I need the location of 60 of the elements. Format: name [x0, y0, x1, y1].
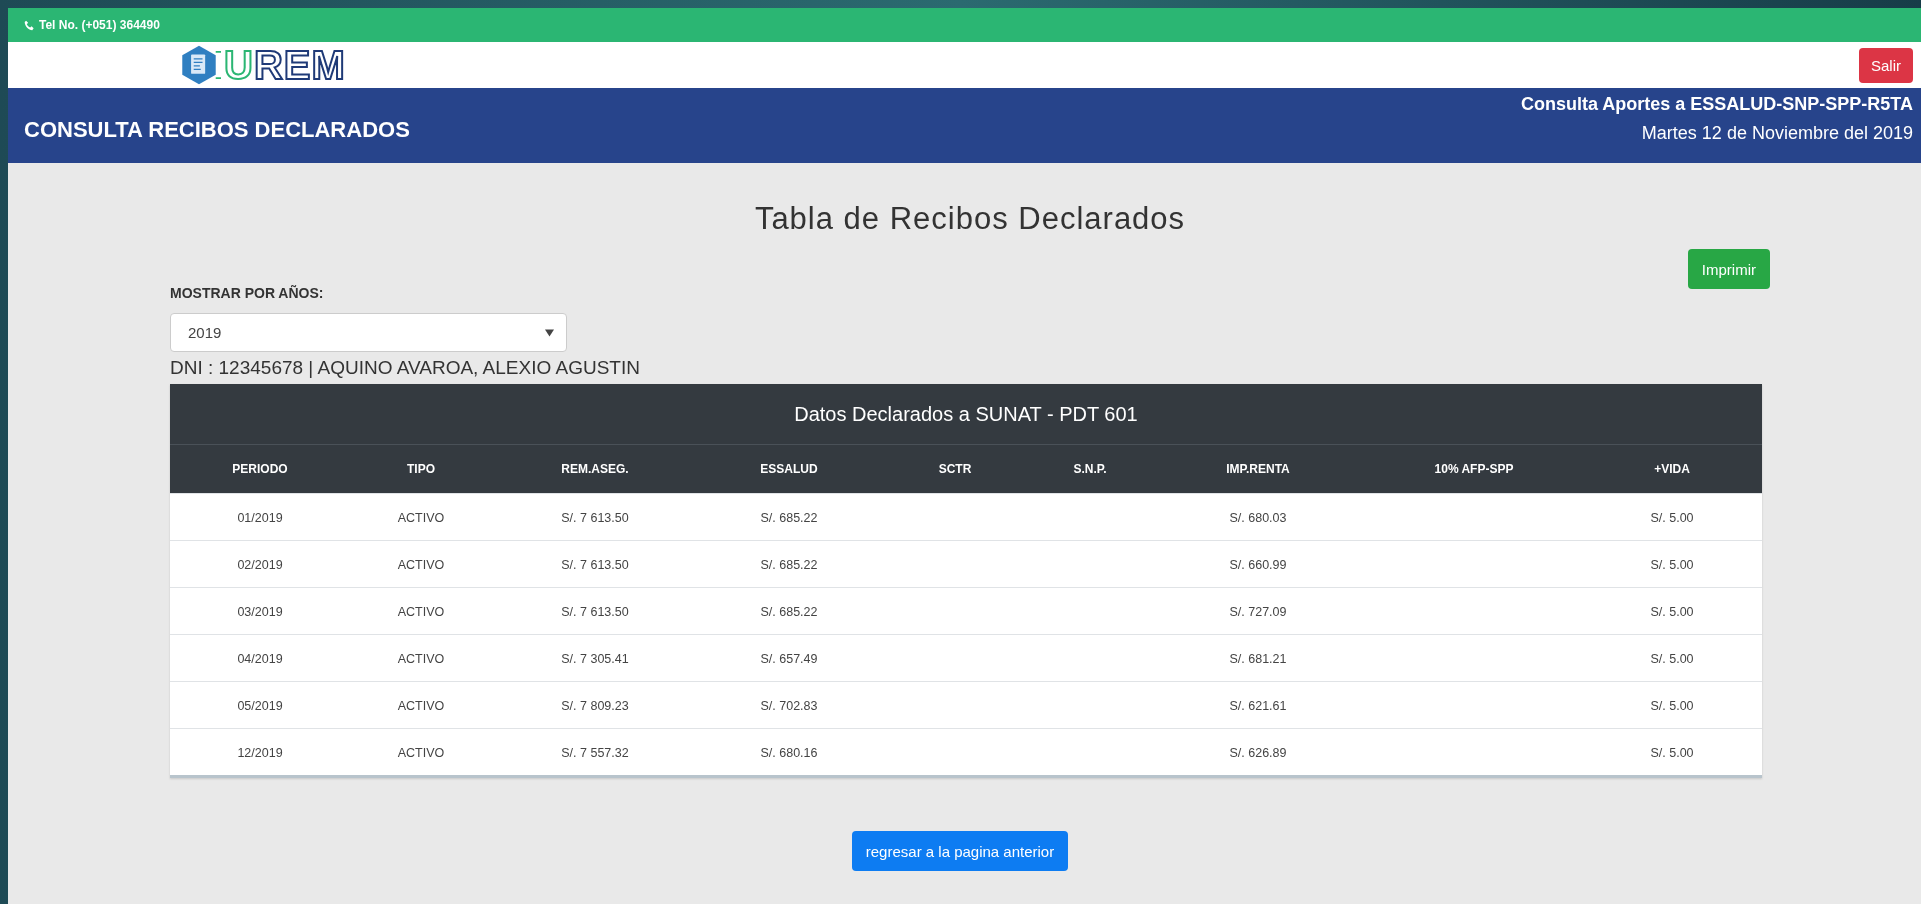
table-cell: S/. 681.21: [1229, 652, 1287, 666]
logout-button[interactable]: Salir: [1859, 47, 1913, 83]
table-cell: ACTIVO: [397, 511, 445, 525]
column-header: REM.ASEG.: [560, 462, 630, 476]
table-caption: Datos Declarados a SUNAT - PDT 601: [170, 384, 1762, 445]
table-cell: S/. 5.00: [1650, 605, 1694, 619]
table-cell: 01/2019: [237, 511, 283, 525]
column-header: IMP.RENTA: [1225, 462, 1291, 476]
table-cell: 04/2019: [237, 652, 283, 666]
table-cell: S/. 626.89: [1229, 746, 1287, 760]
logo-wordmark: UREM: [224, 45, 346, 85]
table-cell: S/. 660.99: [1229, 558, 1287, 572]
caret-icon: [545, 328, 554, 337]
table-cell: 12/2019: [237, 746, 283, 760]
banner-subtitle: Consulta Aportes a ESSALUD-SNP-SPP-R5TA: [1520, 93, 1913, 115]
table-cell: 05/2019: [237, 699, 283, 713]
table-cell: S/. 702.83: [760, 699, 818, 713]
table-cell: S/. 680.16: [760, 746, 818, 760]
table-cell: S/. 685.22: [760, 605, 818, 619]
column-header: S.N.P.: [1072, 462, 1108, 476]
column-header: 10% AFP-SPP: [1433, 462, 1515, 476]
column-header: TIPO: [406, 462, 436, 476]
table-cell: S/. 5.00: [1650, 511, 1694, 525]
date-label: Martes 12 de Noviembre del 2019: [1641, 122, 1913, 144]
banner-title: CONSULTA RECIBOS DECLARADOS: [24, 116, 410, 143]
table-cell: S/. 7 613.50: [561, 605, 629, 619]
table-cell: S/. 7 557.32: [561, 746, 629, 760]
table-cell: S/. 7 613.50: [561, 511, 629, 525]
table-cell: ACTIVO: [397, 558, 445, 572]
filter-label: MOSTRAR POR AÑOS:: [170, 285, 325, 301]
table-cell: ACTIVO: [397, 652, 445, 666]
table-cell: S/. 5.00: [1650, 699, 1694, 713]
table-cell: S/. 7 809.23: [561, 699, 629, 713]
table-cell: S/. 7 305.41: [561, 652, 629, 666]
table-cell: 02/2019: [237, 558, 283, 572]
column-header: PERIODO: [231, 462, 289, 476]
table-cell: S/. 621.61: [1229, 699, 1287, 713]
table-cell: 03/2019: [237, 605, 283, 619]
column-header: +VIDA: [1653, 462, 1691, 476]
page-title: Tabla de Recibos Declarados: [753, 201, 1187, 237]
table-cell: ACTIVO: [397, 746, 445, 760]
table-cell: S/. 7 613.50: [561, 558, 629, 572]
table-cell: S/. 5.00: [1650, 746, 1694, 760]
table-cell: S/. 680.03: [1229, 511, 1287, 525]
year-select[interactable]: 2019: [170, 313, 567, 352]
table-cell: S/. 685.22: [760, 511, 818, 525]
back-button[interactable]: regresar a la pagina anterior: [851, 831, 1069, 871]
print-button[interactable]: Imprimir: [1687, 249, 1770, 289]
table-cell: S/. 5.00: [1650, 558, 1694, 572]
phone-icon: [24, 19, 35, 31]
table-cell: S/. 5.00: [1650, 652, 1694, 666]
table-cell: ACTIVO: [397, 605, 445, 619]
table-cell: ACTIVO: [397, 699, 445, 713]
table-cell: S/. 657.49: [760, 652, 818, 666]
table-cell: S/. 685.22: [760, 558, 818, 572]
column-header: ESSALUD: [759, 462, 819, 476]
person-info: DNI : 12345678 | AQUINO AVAROA, ALEXIO AGUSTIN: [170, 357, 641, 379]
phone-number: Tel No. (+051) 364490: [39, 18, 160, 32]
table-cell: S/. 727.09: [1229, 605, 1287, 619]
column-header: SCTR: [937, 462, 973, 476]
